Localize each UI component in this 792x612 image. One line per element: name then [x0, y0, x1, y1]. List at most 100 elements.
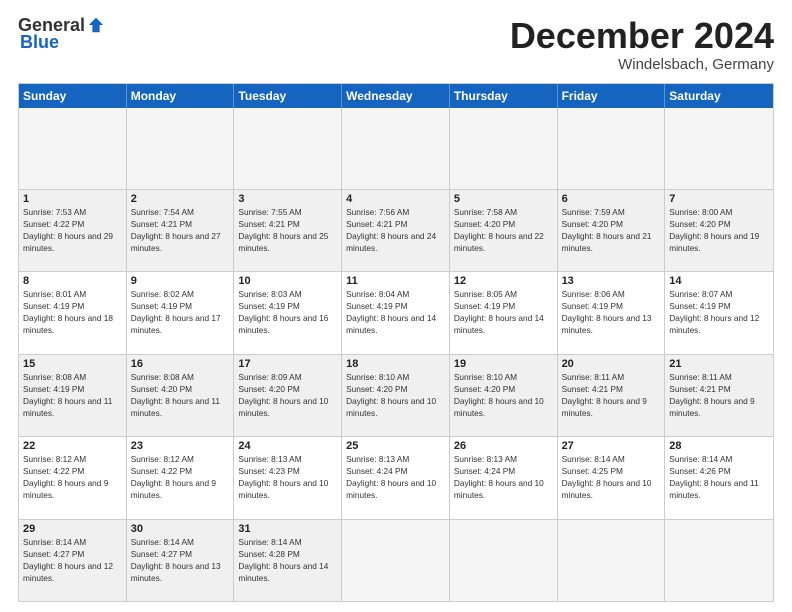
calendar-row-6: 29Sunrise: 8:14 AMSunset: 4:27 PMDayligh…: [19, 520, 773, 601]
day-of-week-saturday: Saturday: [665, 84, 773, 108]
day-number: 13: [562, 275, 661, 287]
calendar-body: 1Sunrise: 7:53 AMSunset: 4:22 PMDaylight…: [19, 108, 773, 601]
day-info: Sunrise: 8:00 AMSunset: 4:20 PMDaylight:…: [669, 206, 769, 254]
calendar-cell: [342, 108, 450, 189]
day-number: 14: [669, 275, 769, 287]
day-number: 20: [562, 358, 661, 370]
day-of-week-thursday: Thursday: [450, 84, 558, 108]
day-number: 10: [238, 275, 337, 287]
day-info: Sunrise: 8:07 AMSunset: 4:19 PMDaylight:…: [669, 288, 769, 336]
day-of-week-tuesday: Tuesday: [234, 84, 342, 108]
day-number: 30: [131, 523, 230, 535]
calendar-cell: 31Sunrise: 8:14 AMSunset: 4:28 PMDayligh…: [234, 520, 342, 601]
header: General Blue December 2024 Windelsbach, …: [18, 16, 774, 73]
calendar-cell: 7Sunrise: 8:00 AMSunset: 4:20 PMDaylight…: [665, 190, 773, 271]
day-number: 24: [238, 440, 337, 452]
calendar-cell: 29Sunrise: 8:14 AMSunset: 4:27 PMDayligh…: [19, 520, 127, 601]
day-info: Sunrise: 8:02 AMSunset: 4:19 PMDaylight:…: [131, 288, 230, 336]
day-number: 6: [562, 193, 661, 205]
day-of-week-wednesday: Wednesday: [342, 84, 450, 108]
calendar: SundayMondayTuesdayWednesdayThursdayFrid…: [18, 83, 774, 602]
day-info: Sunrise: 7:56 AMSunset: 4:21 PMDaylight:…: [346, 206, 445, 254]
calendar-cell: 18Sunrise: 8:10 AMSunset: 4:20 PMDayligh…: [342, 355, 450, 436]
day-number: 1: [23, 193, 122, 205]
calendar-cell: 11Sunrise: 8:04 AMSunset: 4:19 PMDayligh…: [342, 272, 450, 353]
calendar-cell: [558, 520, 666, 601]
day-number: 8: [23, 275, 122, 287]
day-info: Sunrise: 8:14 AMSunset: 4:25 PMDaylight:…: [562, 453, 661, 501]
logo-blue-text: Blue: [18, 32, 59, 53]
day-number: 22: [23, 440, 122, 452]
day-info: Sunrise: 8:03 AMSunset: 4:19 PMDaylight:…: [238, 288, 337, 336]
calendar-cell: 14Sunrise: 8:07 AMSunset: 4:19 PMDayligh…: [665, 272, 773, 353]
day-number: 23: [131, 440, 230, 452]
calendar-cell: [450, 520, 558, 601]
calendar-cell: 21Sunrise: 8:11 AMSunset: 4:21 PMDayligh…: [665, 355, 773, 436]
day-info: Sunrise: 8:12 AMSunset: 4:22 PMDaylight:…: [23, 453, 122, 501]
day-info: Sunrise: 8:14 AMSunset: 4:28 PMDaylight:…: [238, 536, 337, 584]
day-number: 12: [454, 275, 553, 287]
day-number: 3: [238, 193, 337, 205]
calendar-cell: 24Sunrise: 8:13 AMSunset: 4:23 PMDayligh…: [234, 437, 342, 518]
day-number: 31: [238, 523, 337, 535]
day-info: Sunrise: 8:11 AMSunset: 4:21 PMDaylight:…: [669, 371, 769, 419]
calendar-cell: 27Sunrise: 8:14 AMSunset: 4:25 PMDayligh…: [558, 437, 666, 518]
calendar-cell: 19Sunrise: 8:10 AMSunset: 4:20 PMDayligh…: [450, 355, 558, 436]
day-info: Sunrise: 8:13 AMSunset: 4:24 PMDaylight:…: [346, 453, 445, 501]
day-number: 18: [346, 358, 445, 370]
calendar-cell: 17Sunrise: 8:09 AMSunset: 4:20 PMDayligh…: [234, 355, 342, 436]
calendar-row-4: 15Sunrise: 8:08 AMSunset: 4:19 PMDayligh…: [19, 355, 773, 437]
day-number: 5: [454, 193, 553, 205]
day-of-week-friday: Friday: [558, 84, 666, 108]
calendar-row-5: 22Sunrise: 8:12 AMSunset: 4:22 PMDayligh…: [19, 437, 773, 519]
day-info: Sunrise: 8:12 AMSunset: 4:22 PMDaylight:…: [131, 453, 230, 501]
day-info: Sunrise: 7:54 AMSunset: 4:21 PMDaylight:…: [131, 206, 230, 254]
calendar-cell: 5Sunrise: 7:58 AMSunset: 4:20 PMDaylight…: [450, 190, 558, 271]
calendar-cell: 23Sunrise: 8:12 AMSunset: 4:22 PMDayligh…: [127, 437, 235, 518]
day-info: Sunrise: 8:05 AMSunset: 4:19 PMDaylight:…: [454, 288, 553, 336]
logo: General Blue: [18, 16, 105, 53]
calendar-cell: 9Sunrise: 8:02 AMSunset: 4:19 PMDaylight…: [127, 272, 235, 353]
month-title: December 2024: [510, 16, 774, 56]
day-info: Sunrise: 8:14 AMSunset: 4:26 PMDaylight:…: [669, 453, 769, 501]
day-info: Sunrise: 8:13 AMSunset: 4:23 PMDaylight:…: [238, 453, 337, 501]
day-number: 15: [23, 358, 122, 370]
day-number: 11: [346, 275, 445, 287]
calendar-cell: [558, 108, 666, 189]
day-info: Sunrise: 7:58 AMSunset: 4:20 PMDaylight:…: [454, 206, 553, 254]
day-info: Sunrise: 8:10 AMSunset: 4:20 PMDaylight:…: [346, 371, 445, 419]
calendar-cell: 25Sunrise: 8:13 AMSunset: 4:24 PMDayligh…: [342, 437, 450, 518]
day-info: Sunrise: 8:09 AMSunset: 4:20 PMDaylight:…: [238, 371, 337, 419]
calendar-cell: 15Sunrise: 8:08 AMSunset: 4:19 PMDayligh…: [19, 355, 127, 436]
calendar-cell: 8Sunrise: 8:01 AMSunset: 4:19 PMDaylight…: [19, 272, 127, 353]
day-of-week-sunday: Sunday: [19, 84, 127, 108]
calendar-cell: 10Sunrise: 8:03 AMSunset: 4:19 PMDayligh…: [234, 272, 342, 353]
calendar-cell: 20Sunrise: 8:11 AMSunset: 4:21 PMDayligh…: [558, 355, 666, 436]
day-number: 2: [131, 193, 230, 205]
logo-icon: [87, 16, 105, 34]
day-number: 27: [562, 440, 661, 452]
day-number: 29: [23, 523, 122, 535]
calendar-cell: 1Sunrise: 7:53 AMSunset: 4:22 PMDaylight…: [19, 190, 127, 271]
day-number: 7: [669, 193, 769, 205]
day-number: 16: [131, 358, 230, 370]
title-block: December 2024 Windelsbach, Germany: [510, 16, 774, 73]
calendar-cell: 12Sunrise: 8:05 AMSunset: 4:19 PMDayligh…: [450, 272, 558, 353]
calendar-header: SundayMondayTuesdayWednesdayThursdayFrid…: [19, 84, 773, 108]
calendar-cell: 22Sunrise: 8:12 AMSunset: 4:22 PMDayligh…: [19, 437, 127, 518]
day-number: 9: [131, 275, 230, 287]
calendar-cell: [342, 520, 450, 601]
calendar-cell: 4Sunrise: 7:56 AMSunset: 4:21 PMDaylight…: [342, 190, 450, 271]
calendar-row-2: 1Sunrise: 7:53 AMSunset: 4:22 PMDaylight…: [19, 190, 773, 272]
day-info: Sunrise: 8:01 AMSunset: 4:19 PMDaylight:…: [23, 288, 122, 336]
day-number: 26: [454, 440, 553, 452]
calendar-cell: 13Sunrise: 8:06 AMSunset: 4:19 PMDayligh…: [558, 272, 666, 353]
day-number: 28: [669, 440, 769, 452]
day-info: Sunrise: 7:59 AMSunset: 4:20 PMDaylight:…: [562, 206, 661, 254]
calendar-cell: [665, 520, 773, 601]
day-number: 4: [346, 193, 445, 205]
calendar-cell: 26Sunrise: 8:13 AMSunset: 4:24 PMDayligh…: [450, 437, 558, 518]
calendar-cell: 3Sunrise: 7:55 AMSunset: 4:21 PMDaylight…: [234, 190, 342, 271]
calendar-cell: [665, 108, 773, 189]
calendar-cell: 6Sunrise: 7:59 AMSunset: 4:20 PMDaylight…: [558, 190, 666, 271]
